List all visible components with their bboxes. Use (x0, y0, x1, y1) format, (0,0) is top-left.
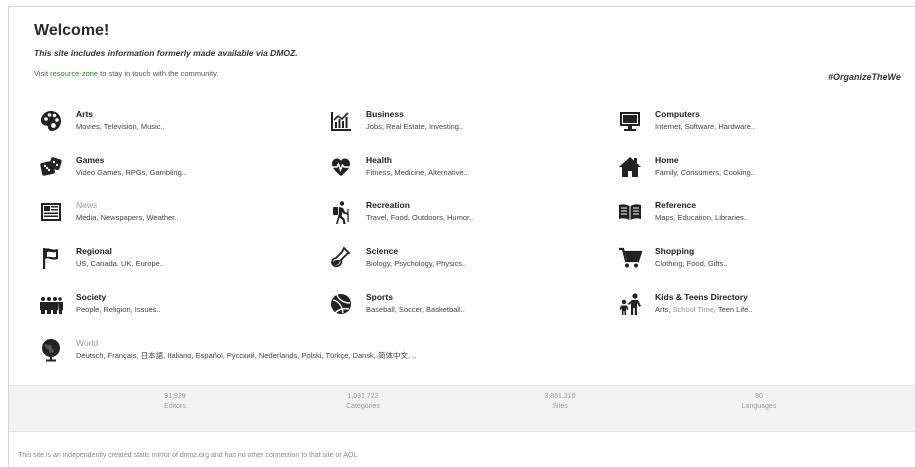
people-icon (38, 291, 64, 317)
category-home: Home Family, Consumers, Cooking.. (617, 155, 755, 180)
category-title[interactable]: Reference (655, 200, 748, 211)
category-subtitle: US, Canada, UK, Europe.. (76, 259, 164, 268)
category-subtitle: Internet, Software, Hardware.. (655, 122, 756, 131)
category-recreation: Recreation Travel, Food, Outdoors, Humor.… (328, 200, 473, 225)
visit-text: Visit resource-zone to stay in touch wit… (34, 69, 218, 78)
page-title: Welcome! (34, 22, 110, 39)
newspaper-icon (38, 199, 64, 225)
stat-label: Categories (346, 403, 380, 410)
stat-value: 1,031,722 (347, 393, 379, 400)
stat-value: 91,929 (164, 393, 186, 400)
category-title[interactable]: Science (366, 246, 466, 257)
category-title[interactable]: Regional (76, 246, 164, 257)
category-subtitle: Arts, School Time, Teen Life.. (655, 303, 752, 316)
kids-sub-arts: Arts, (655, 305, 673, 314)
stat-languages: 90 Languages (699, 392, 819, 412)
category-title[interactable]: World (76, 338, 416, 349)
category-science: Science Biology, Psychology, Physics.. (328, 246, 466, 271)
kids-icon (617, 291, 643, 317)
category-title[interactable]: Computers (655, 109, 755, 120)
stat-value: 3,861,210 (544, 393, 576, 400)
footer-disclaimer: This site is an independently created st… (18, 452, 358, 459)
dice-icon (38, 154, 64, 180)
category-subtitle: Clothing, Food, Gifts.. (655, 259, 728, 268)
category-arts: Arts Movies, Television, Music.. (38, 109, 165, 134)
tagline: This site includes information formerly … (34, 48, 298, 58)
category-title[interactable]: Shopping (655, 246, 728, 257)
category-subtitle: Fitness, Medicine, Alternative.. (366, 168, 468, 177)
category-title[interactable]: Business (366, 109, 463, 120)
category-sports: Sports Baseball, Soccer, Basketball.. (328, 292, 465, 317)
category-subtitle: Video Games, RPGs, Gambling.. (76, 168, 186, 177)
cart-icon (617, 245, 643, 271)
category-reference: Reference Maps, Education, Libraries.. (617, 200, 748, 225)
palette-icon (38, 108, 64, 134)
category-kids-teens: Kids & Teens Directory Arts, School Time,… (617, 292, 752, 317)
resource-zone-link[interactable]: resource-zone (50, 69, 98, 78)
stat-categories: 1,031,722 Categories (303, 392, 423, 412)
stat-editors: 91,929 Editors (115, 392, 235, 412)
category-subtitle: People, Religion, Issues.. (76, 305, 161, 314)
category-news: News Media, Newspapers, Weather.. (38, 200, 178, 225)
category-title[interactable]: Health (366, 155, 468, 166)
heartbeat-icon (328, 154, 354, 180)
category-subtitle: Baseball, Soccer, Basketball.. (366, 305, 465, 314)
visit-suffix: to stay in touch with the community. (98, 69, 219, 78)
category-health: Health Fitness, Medicine, Alternative.. (328, 155, 468, 180)
category-title[interactable]: Arts (76, 109, 165, 120)
globe-icon (38, 337, 64, 363)
stats-bar: 91,929 Editors 1,031,722 Categories 3,86… (9, 385, 915, 432)
category-business: Business Jobs, Real Estate, Investing.. (328, 109, 463, 134)
category-subtitle: Travel, Food, Outdoors, Humor.. (366, 213, 474, 222)
category-title[interactable]: Recreation (366, 200, 473, 211)
stat-label: Languages (741, 403, 777, 410)
category-world: World Deutsch, Français, 日本語, Italiano, E… (38, 338, 416, 363)
stat-sites: 3,861,210 Sites (500, 392, 620, 412)
flag-icon (38, 245, 64, 271)
chart-icon (328, 108, 354, 134)
category-subtitle: Family, Consumers, Cooking.. (655, 168, 755, 177)
book-icon (617, 199, 643, 225)
category-society: Society People, Religion, Issues.. (38, 292, 161, 317)
stat-label: Sites (552, 403, 568, 410)
monitor-icon (617, 108, 643, 134)
flask-icon (328, 245, 354, 271)
hashtag: #OrganizeTheWe (828, 72, 901, 82)
category-subtitle: Movies, Television, Music.. (76, 122, 165, 131)
house-icon (617, 154, 643, 180)
kids-sub-teen-life: , Teen Life.. (713, 305, 753, 314)
kids-sub-school-time: School Time (672, 305, 714, 314)
category-games: Games Video Games, RPGs, Gambling.. (38, 155, 186, 180)
category-subtitle: Jobs, Real Estate, Investing.. (366, 122, 464, 131)
category-title[interactable]: News (76, 200, 178, 211)
category-title[interactable]: Home (655, 155, 755, 166)
category-title[interactable]: Sports (366, 292, 465, 303)
category-title[interactable]: Society (76, 292, 161, 303)
category-title[interactable]: Games (76, 155, 186, 166)
category-shopping: Shopping Clothing, Food, Gifts.. (617, 246, 728, 271)
stat-value: 90 (755, 393, 763, 400)
category-subtitle: Maps, Education, Libraries.. (655, 213, 748, 222)
category-subtitle: Deutsch, Français, 日本語, Italiano, Españo… (76, 351, 417, 360)
category-regional: Regional US, Canada, UK, Europe.. (38, 246, 164, 271)
ball-icon (328, 291, 354, 317)
category-computers: Computers Internet, Software, Hardware.. (617, 109, 755, 134)
category-subtitle: Media, Newspapers, Weather.. (76, 213, 179, 222)
visit-prefix: Visit (34, 69, 51, 78)
hiker-icon (328, 199, 354, 225)
category-title[interactable]: Kids & Teens Directory (655, 292, 752, 303)
stat-label: Editors (164, 403, 186, 410)
category-subtitle: Biology, Psychology, Physics.. (366, 259, 467, 268)
